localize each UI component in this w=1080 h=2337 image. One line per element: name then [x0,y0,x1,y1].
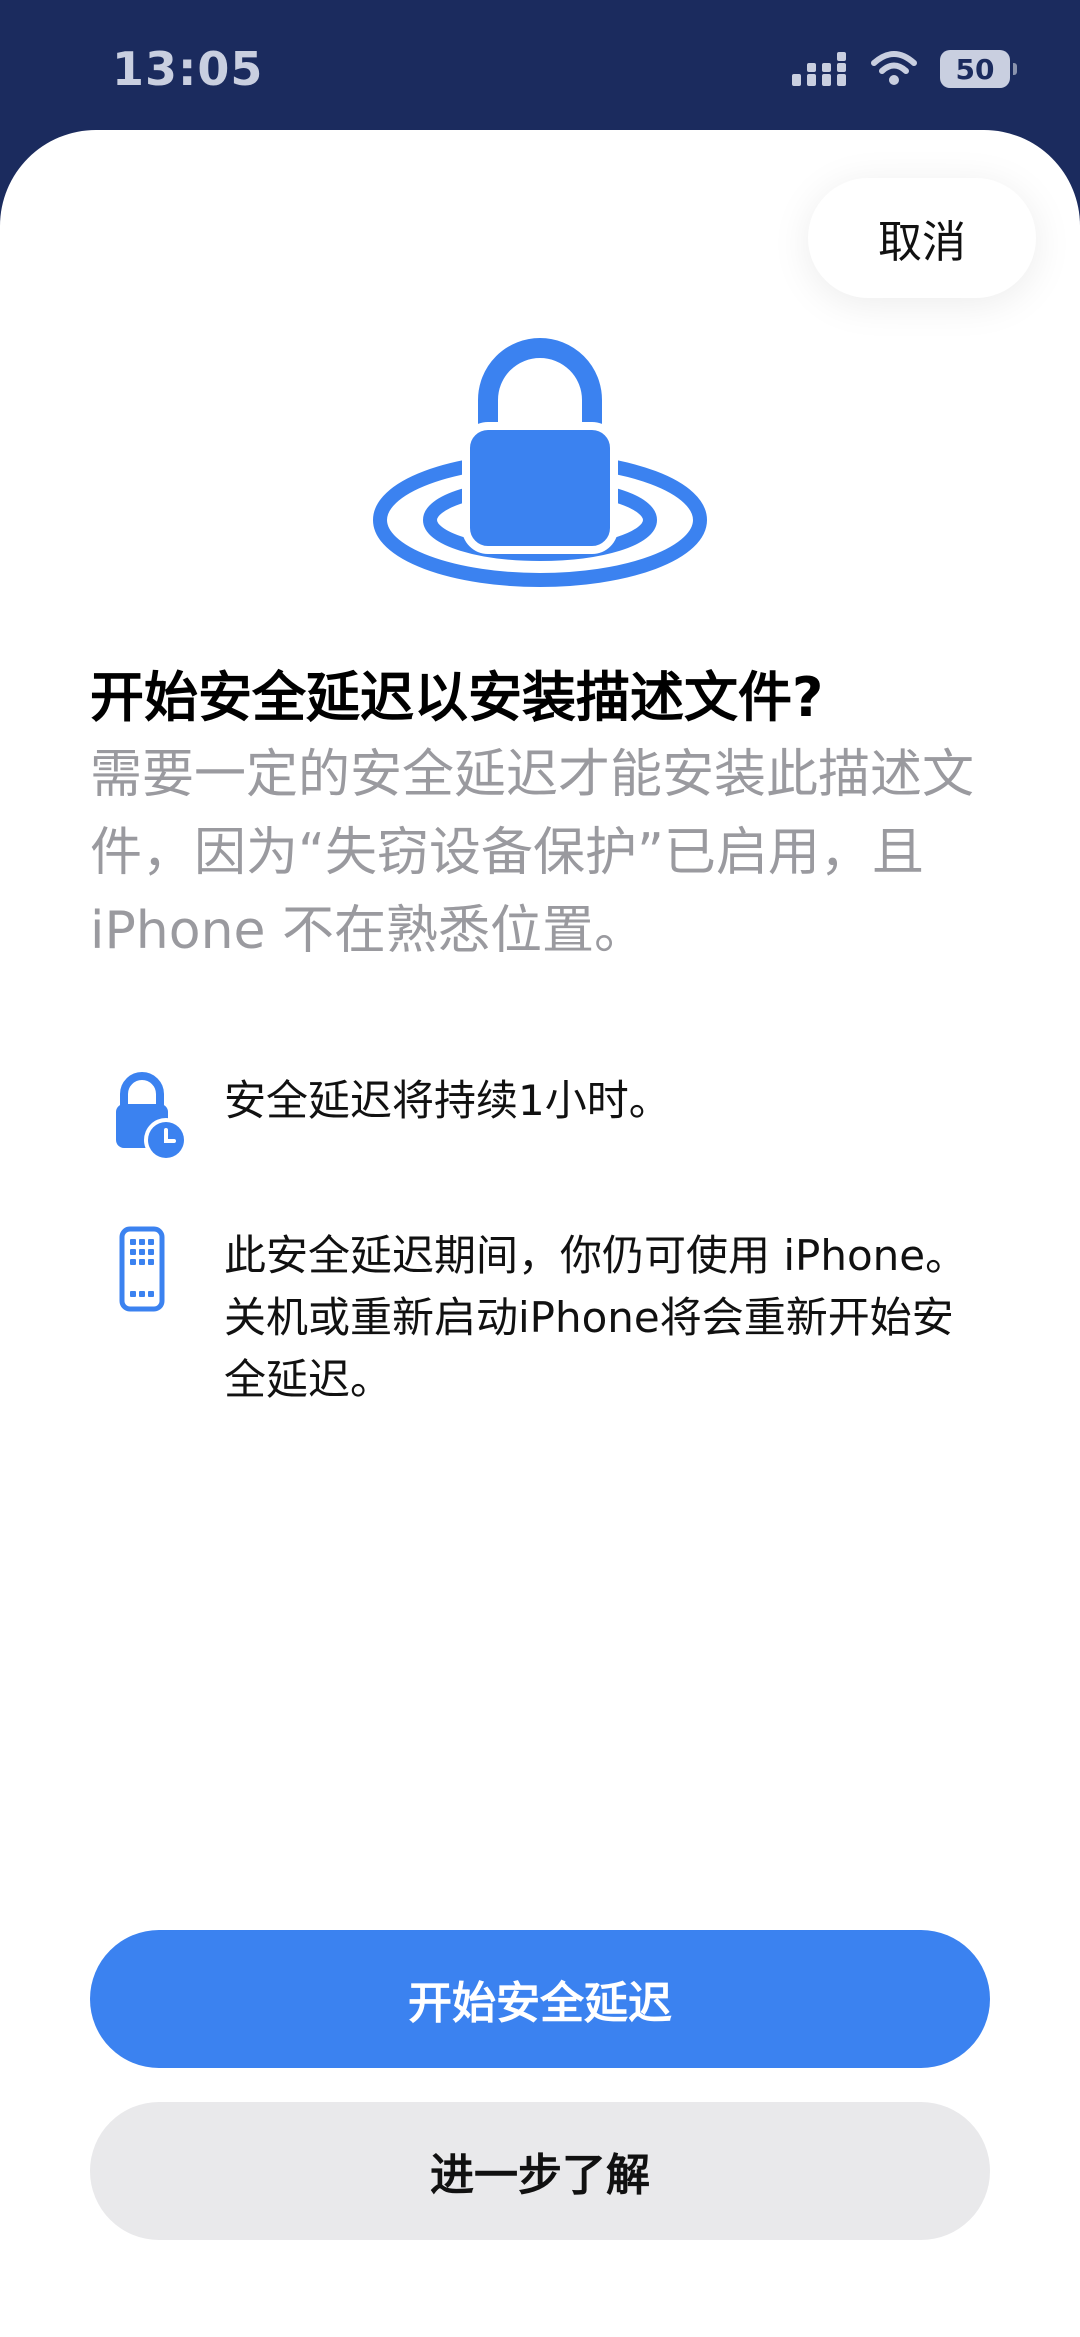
learn-more-button[interactable]: 进一步了解 [90,2102,990,2240]
info-row-usage: 此安全延迟期间，你仍可使用 iPhone。关机或重新启动iPhone将会重新开始… [110,1225,984,1411]
info-text-duration: 安全延迟将持续1小时。 [224,1076,671,1125]
wifi-icon [871,51,917,85]
battery-icon: 50 [940,50,1017,88]
status-time: 13:05 [112,42,264,96]
info-text-usage: 此安全延迟期间，你仍可使用 iPhone。关机或重新启动iPhone将会重新开始… [224,1231,968,1404]
lock-clock-icon [116,1072,188,1160]
sheet-title: 开始安全延迟以安装描述文件? [90,666,824,729]
status-icons: 50 [792,50,1017,88]
cancel-button[interactable]: 取消 [808,178,1036,298]
info-row-duration: 安全延迟将持续1小时。 [110,1070,671,1160]
start-security-delay-button[interactable]: 开始安全延迟 [90,1930,990,2068]
profile-install-sheet: 取消 开始安全延迟以安装描述文件? 需要一定的安全延迟才能安装此描述文件，因为“… [0,130,1080,2337]
iphone-icon [119,1226,165,1312]
cellular-signal-icon [792,52,846,86]
status-bar: 13:05 50 [0,0,1080,132]
sheet-subtitle: 需要一定的安全延迟才能安装此描述文件，因为“失窃设备保护”已启用，且 iPhon… [90,745,975,961]
lock-on-rings-icon [373,338,707,587]
